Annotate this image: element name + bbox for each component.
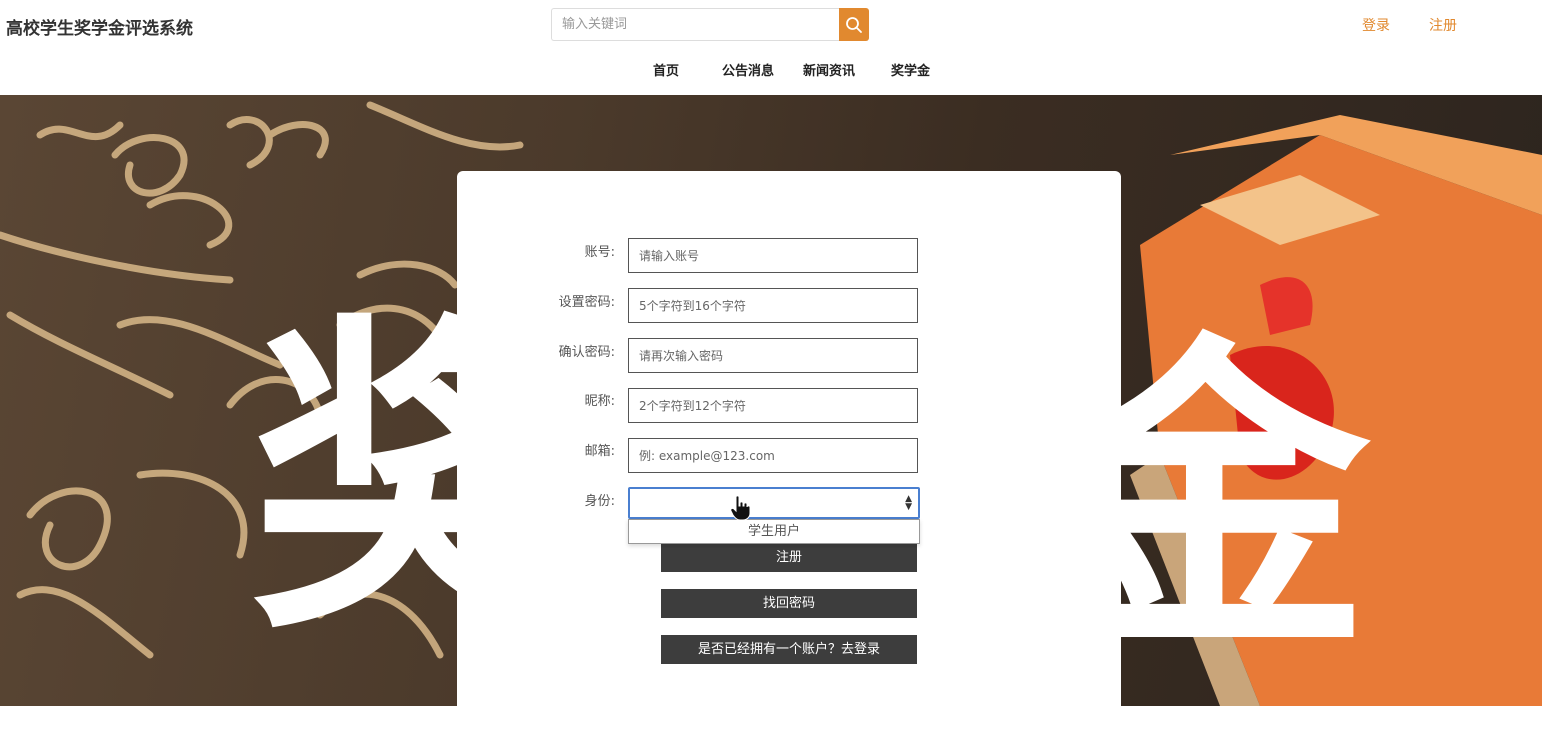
login-link[interactable]: 登录: [1362, 15, 1390, 35]
password-input[interactable]: [628, 288, 918, 323]
account-input[interactable]: [628, 238, 918, 273]
confirm-password-input[interactable]: [628, 338, 918, 373]
register-panel: 账号: 设置密码: 确认密码: 昵称: 邮箱: 身份: ▲▼ 学生用户 注册 找…: [457, 171, 1121, 731]
nav-announcements[interactable]: 公告消息: [722, 60, 774, 79]
email-input[interactable]: [628, 438, 918, 473]
top-header: 高校学生奖学金评选系统 登录 注册 首页 公告消息 新闻资讯 奖学金: [0, 0, 1542, 95]
hand-cursor-icon: [730, 495, 751, 521]
identity-option-student[interactable]: 学生用户: [628, 519, 920, 544]
register-link[interactable]: 注册: [1429, 15, 1457, 35]
confirm-password-label: 确认密码:: [558, 345, 615, 360]
search-input[interactable]: [551, 8, 850, 41]
nickname-input[interactable]: [628, 388, 918, 423]
nav-news[interactable]: 新闻资讯: [803, 60, 855, 79]
identity-label: 身份:: [584, 494, 615, 509]
register-button[interactable]: 注册: [661, 543, 917, 572]
search-bar: [551, 8, 869, 41]
identity-select[interactable]: ▲ ▼: [628, 487, 920, 519]
go-login-button[interactable]: 是否已经拥有一个账户？去登录: [661, 635, 917, 664]
site-title: 高校学生奖学金评选系统: [6, 19, 193, 39]
nickname-label: 昵称:: [584, 394, 615, 409]
recover-password-button[interactable]: 找回密码: [661, 589, 917, 618]
nav-home[interactable]: 首页: [653, 60, 679, 79]
password-label: 设置密码:: [558, 295, 615, 310]
account-label: 账号:: [584, 245, 615, 260]
search-button[interactable]: [839, 8, 869, 41]
nav-scholarship[interactable]: 奖学金: [891, 60, 930, 79]
search-icon: [846, 16, 862, 33]
email-label: 邮箱:: [584, 444, 615, 459]
select-updown-icon: ▲ ▼: [905, 494, 912, 512]
